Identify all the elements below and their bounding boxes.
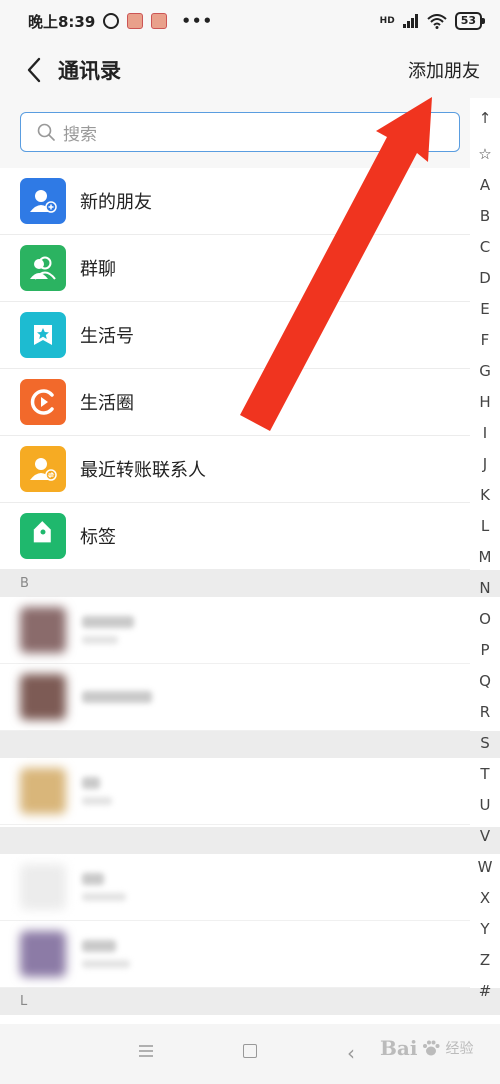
section-header (0, 827, 500, 854)
index-j[interactable]: J (470, 455, 500, 473)
index-b[interactable]: B (470, 207, 500, 225)
index-p[interactable]: P (470, 641, 500, 659)
index-a[interactable]: A (470, 176, 500, 194)
paw-icon (423, 1040, 440, 1056)
index-o[interactable]: O (470, 610, 500, 628)
index-y[interactable]: Y (470, 920, 500, 938)
index-d[interactable]: D (470, 269, 500, 287)
search-icon (37, 123, 55, 141)
index-h[interactable]: H (470, 393, 500, 411)
index-g[interactable]: G (470, 362, 500, 380)
status-time: 晚上8:39 (28, 12, 96, 31)
back-icon[interactable]: ‹ (347, 1041, 355, 1065)
menu-label: 最近转账联系人 (80, 460, 206, 481)
avatar (20, 864, 66, 910)
index-t[interactable]: T (470, 765, 500, 783)
avatar (20, 674, 66, 720)
alarm-icon (103, 13, 120, 29)
search-placeholder: 搜索 (63, 124, 97, 145)
person-transfer-icon (20, 446, 66, 492)
wifi-icon (427, 13, 447, 29)
avatar (20, 607, 66, 653)
watermark-suffix: 经验 (445, 1041, 474, 1057)
index-r[interactable]: R (470, 703, 500, 721)
home-icon[interactable] (243, 1044, 257, 1058)
menu-item-tags[interactable]: 标签 (0, 503, 470, 570)
index-i[interactable]: I (470, 424, 500, 442)
nav-bar: 通讯录 添加朋友 (0, 42, 500, 98)
index-k[interactable]: K (470, 486, 500, 504)
avatar (20, 931, 66, 977)
contact-row[interactable] (0, 664, 470, 731)
contact-row[interactable] (0, 758, 470, 825)
search-input[interactable]: 搜索 (20, 112, 460, 152)
menu-item-life-circle[interactable]: 生活圈 (0, 369, 470, 436)
person-add-icon (20, 178, 66, 224)
menu-item-group-chat[interactable]: 群聊 (0, 235, 470, 302)
menu-label: 生活圈 (80, 393, 134, 414)
index-s[interactable]: S (470, 734, 500, 752)
contact-row[interactable] (0, 921, 470, 988)
network-label: HD (379, 16, 395, 26)
menu-icon[interactable] (138, 1044, 154, 1058)
tag-icon (20, 513, 66, 559)
signal-icon (402, 14, 418, 28)
watermark-logo: Bai 经验 (380, 1036, 473, 1060)
index-q[interactable]: Q (470, 672, 500, 690)
app-notification-icon (151, 13, 168, 29)
index-e[interactable]: E (470, 300, 500, 318)
search-area: 搜索 (0, 98, 470, 168)
function-menu: 新的朋友 群聊 生活号 生活圈 最近转账联系人 标签 (0, 168, 470, 570)
menu-item-new-friends[interactable]: 新的朋友 (0, 168, 470, 235)
section-header (0, 731, 500, 758)
index-f[interactable]: F (470, 331, 500, 349)
index-w[interactable]: W (470, 858, 500, 876)
status-right: HD 53 (379, 12, 486, 30)
contact-text (82, 873, 126, 901)
battery-icon: 53 (454, 12, 486, 30)
star-badge-icon (20, 312, 66, 358)
contact-text (82, 691, 152, 703)
index-m[interactable]: M (470, 548, 500, 566)
menu-item-recent-transfer[interactable]: 最近转账联系人 (0, 436, 470, 503)
index-hash[interactable]: # (470, 982, 500, 1000)
avatar (20, 768, 66, 814)
contact-row[interactable] (0, 597, 470, 664)
index-x[interactable]: X (470, 889, 500, 907)
group-icon (20, 245, 66, 291)
index-star[interactable]: ☆ (470, 145, 500, 163)
index-n[interactable]: N (470, 579, 500, 597)
contact-text (82, 940, 130, 968)
index-up[interactable]: ↑ (470, 109, 500, 127)
watermark-brand: Bai (380, 1036, 418, 1060)
system-nav-bar: ‹ Bai 经验 (0, 1024, 500, 1084)
circle-play-icon (20, 379, 66, 425)
menu-label: 群聊 (80, 259, 116, 280)
index-u[interactable]: U (470, 796, 500, 814)
section-header-l: L (0, 988, 500, 1015)
index-z[interactable]: Z (470, 951, 500, 969)
contact-text (82, 616, 134, 644)
menu-label: 新的朋友 (80, 192, 152, 213)
contact-text (82, 777, 112, 805)
index-l[interactable]: L (470, 517, 500, 535)
index-c[interactable]: C (470, 238, 500, 256)
status-bar: 晚上8:39 ••• HD 53 (0, 0, 500, 42)
contact-row[interactable] (0, 854, 470, 921)
more-notifications-icon: ••• (181, 12, 214, 30)
add-friend-button[interactable]: 添加朋友 (408, 57, 480, 83)
menu-label: 生活号 (80, 326, 134, 347)
index-v[interactable]: V (470, 827, 500, 845)
menu-label: 标签 (80, 527, 116, 548)
app-notification-icon (127, 13, 144, 29)
back-arrow-icon[interactable] (20, 55, 50, 85)
page-title: 通讯录 (58, 59, 121, 83)
alphabet-index[interactable]: ↑ ☆ A B C D E F G H I J K L M N O P Q R … (470, 104, 500, 1004)
section-header-b: B (0, 570, 500, 597)
menu-item-life-account[interactable]: 生活号 (0, 302, 470, 369)
